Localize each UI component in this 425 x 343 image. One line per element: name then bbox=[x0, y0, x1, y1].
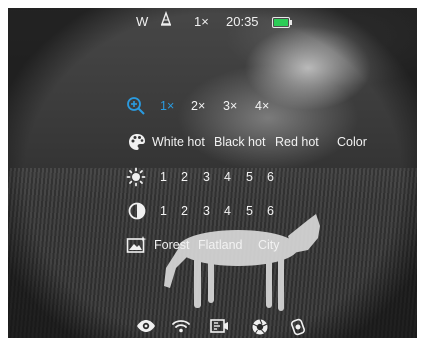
palette-black-hot[interactable]: Black hot bbox=[214, 135, 265, 149]
contrast-menu: 1 2 3 4 5 6 bbox=[0, 201, 425, 223]
brightness-level-2[interactable]: 2 bbox=[181, 170, 188, 184]
contrast-level-4[interactable]: 4 bbox=[224, 204, 231, 218]
zoom-option-2x[interactable]: 2× bbox=[191, 99, 205, 113]
record-icon[interactable] bbox=[209, 318, 229, 334]
sun-icon bbox=[126, 167, 146, 187]
palette-white-hot[interactable]: White hot bbox=[152, 135, 205, 149]
scene-menu: Forest Flatland City bbox=[0, 235, 425, 257]
contrast-icon bbox=[127, 201, 147, 221]
scene-icon bbox=[126, 235, 148, 255]
palette-color[interactable]: Color bbox=[337, 135, 367, 149]
scene-forest[interactable]: Forest bbox=[154, 238, 189, 252]
brightness-level-5[interactable]: 5 bbox=[246, 170, 253, 184]
contrast-level-3[interactable]: 3 bbox=[203, 204, 210, 218]
palette-menu: White hot Black hot Red hot Color bbox=[0, 132, 425, 154]
battery-icon bbox=[272, 17, 292, 28]
brightness-menu: 1 2 3 4 5 6 bbox=[0, 167, 425, 189]
contrast-level-5[interactable]: 5 bbox=[246, 204, 253, 218]
zoom-indicator: 1× bbox=[194, 14, 209, 29]
contrast-level-2[interactable]: 2 bbox=[181, 204, 188, 218]
contrast-level-1[interactable]: 1 bbox=[160, 204, 167, 218]
zoom-plus-icon bbox=[126, 96, 146, 116]
bottom-bar bbox=[0, 318, 425, 340]
palette-red-hot[interactable]: Red hot bbox=[275, 135, 319, 149]
zoom-menu: 1× 2× 3× 4× bbox=[0, 96, 425, 118]
palette-icon bbox=[127, 132, 147, 152]
scene-city[interactable]: City bbox=[258, 238, 280, 252]
contrast-level-6[interactable]: 6 bbox=[267, 204, 274, 218]
bell-shaped-signal-icon bbox=[158, 11, 174, 27]
eye-icon[interactable] bbox=[136, 318, 156, 334]
brightness-level-4[interactable]: 4 bbox=[224, 170, 231, 184]
zoom-option-3x[interactable]: 3× bbox=[223, 99, 237, 113]
compass-heading: W bbox=[136, 14, 149, 29]
status-bar: W 1× 20:35 bbox=[0, 11, 425, 32]
scene-flatland[interactable]: Flatland bbox=[198, 238, 242, 252]
zoom-option-1x[interactable]: 1× bbox=[160, 99, 174, 113]
settings-icon[interactable] bbox=[289, 318, 307, 336]
wifi-icon[interactable] bbox=[171, 318, 191, 334]
clock: 20:35 bbox=[226, 14, 259, 29]
brightness-level-1[interactable]: 1 bbox=[160, 170, 167, 184]
brightness-level-3[interactable]: 3 bbox=[203, 170, 210, 184]
brightness-level-6[interactable]: 6 bbox=[267, 170, 274, 184]
shutter-icon[interactable] bbox=[251, 318, 269, 336]
zoom-option-4x[interactable]: 4× bbox=[255, 99, 269, 113]
